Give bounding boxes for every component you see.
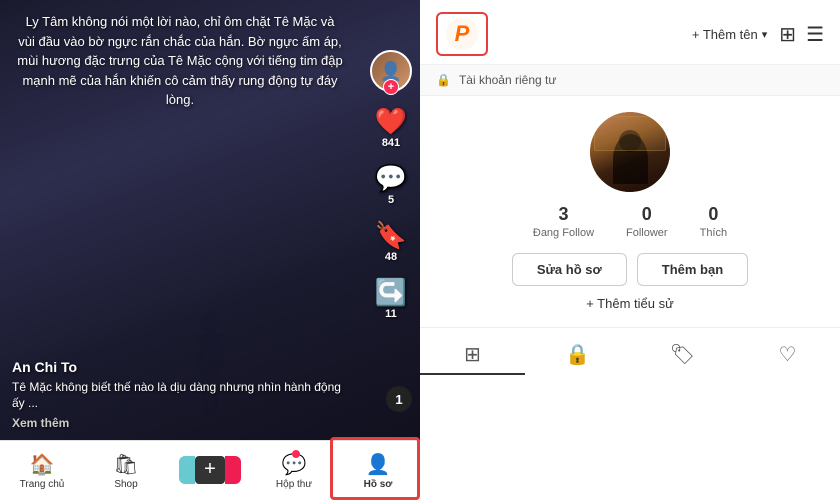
them-ban-button[interactable]: Thêm bạn bbox=[637, 253, 748, 286]
bottom-navigation: 🏠 Trang chủ 🛍 Shop + 💬 Hộp thư 👤 bbox=[0, 440, 420, 500]
follower-label: Follower bbox=[626, 227, 668, 239]
action-buttons-panel: 👤 + ❤️ 841 💬 5 🔖 48 ↪️ 11 bbox=[370, 50, 412, 320]
dang-follow-count: 3 bbox=[558, 204, 568, 225]
nav-trang-chu[interactable]: 🏠 Trang chủ bbox=[0, 452, 84, 490]
xem-them-button[interactable]: Xem thêm bbox=[12, 415, 69, 432]
dang-follow-label: Đang Follow bbox=[533, 227, 594, 239]
follower-stat[interactable]: 0 Follower bbox=[626, 204, 668, 239]
profile-action-buttons: Sửa hồ sơ Thêm bạn bbox=[512, 253, 748, 286]
tab-tag[interactable]: 🏷 bbox=[630, 336, 735, 375]
them-tieu-su-button[interactable]: + Thêm tiểu sử bbox=[586, 296, 674, 311]
nav-hop-thu[interactable]: 💬 Hộp thư bbox=[252, 452, 336, 490]
inbox-icon: 💬 bbox=[282, 452, 307, 477]
step-1-badge: 1 bbox=[386, 386, 412, 412]
grid-tab-icon: ⊞ bbox=[464, 342, 481, 367]
menu-icon[interactable]: ☰ bbox=[806, 22, 824, 47]
them-ten-button[interactable]: + Thêm tên ▾ bbox=[692, 27, 767, 42]
video-info: An Chi To Tê Mặc không biết thế nào là d… bbox=[12, 359, 350, 432]
nav-shop[interactable]: 🛍 Shop bbox=[84, 452, 168, 490]
like-count: 841 bbox=[382, 137, 400, 149]
share-action[interactable]: ↪️ 11 bbox=[375, 279, 407, 320]
nav-ho-so-label: Hồ sơ bbox=[364, 479, 393, 490]
notification-dot bbox=[292, 450, 300, 458]
left-panel: Ly Tâm không nói một lời nào, chỉ ôm chặ… bbox=[0, 0, 420, 500]
nav-create[interactable]: + bbox=[168, 456, 252, 486]
avatar-image bbox=[590, 112, 670, 192]
video-caption: Tê Mặc không biết thế nào là dịu dàng nh… bbox=[12, 379, 350, 432]
thich-stat[interactable]: 0 Thích bbox=[700, 204, 728, 239]
right-panel: P + Thêm tên ▾ ⊞ ☰ 2 🔒 Tài khoản riêng t… bbox=[420, 0, 840, 500]
profile-logo: P bbox=[446, 18, 478, 50]
dang-follow-stat[interactable]: 3 Đang Follow bbox=[533, 204, 594, 239]
heart-icon: ❤️ bbox=[375, 108, 407, 134]
shop-icon: 🛍 bbox=[113, 452, 138, 477]
header-actions: + Thêm tên ▾ ⊞ ☰ bbox=[692, 22, 824, 47]
video-caption-text: Ly Tâm không nói một lời nào, chỉ ôm chặ… bbox=[0, 0, 360, 122]
sua-ho-so-button[interactable]: Sửa hồ sơ bbox=[512, 253, 627, 286]
comment-action[interactable]: 💬 5 bbox=[375, 165, 407, 206]
bookmark-count: 48 bbox=[385, 251, 397, 263]
profile-icon: 👤 bbox=[366, 452, 391, 477]
lock-icon: 🔒 bbox=[436, 73, 451, 87]
nav-hop-thu-label: Hộp thư bbox=[276, 479, 312, 490]
video-username: An Chi To bbox=[12, 359, 350, 375]
nav-trang-chu-label: Trang chủ bbox=[20, 479, 65, 490]
tab-lock[interactable]: 🔒 bbox=[525, 336, 630, 375]
bookmark-action[interactable]: 🔖 48 bbox=[375, 222, 407, 263]
heart-tab-icon: ♡ bbox=[779, 342, 797, 367]
profile-tabs: ⊞ 🔒 🏷 ♡ bbox=[420, 327, 840, 379]
profile-header: P + Thêm tên ▾ ⊞ ☰ bbox=[420, 0, 840, 65]
share-count: 11 bbox=[385, 308, 397, 320]
thich-count: 0 bbox=[708, 204, 718, 225]
follower-count: 0 bbox=[642, 204, 652, 225]
lock-tab-icon: 🔒 bbox=[565, 342, 590, 367]
comment-count: 5 bbox=[388, 194, 394, 206]
header-icons: ⊞ ☰ bbox=[779, 22, 824, 47]
profile-section: 3 Đang Follow 0 Follower 0 Thích Sửa hồ … bbox=[420, 96, 840, 327]
tag-tab-icon: 🏷 bbox=[670, 342, 695, 367]
home-icon: 🏠 bbox=[30, 452, 55, 477]
comment-icon: 💬 bbox=[375, 165, 407, 191]
thich-label: Thích bbox=[700, 227, 728, 239]
logo-box: P bbox=[436, 12, 488, 56]
bookmark-icon: 🔖 bbox=[375, 222, 407, 248]
share-icon: ↪️ bbox=[375, 279, 407, 305]
profile-avatar bbox=[590, 112, 670, 192]
them-ten-label: + Thêm tên bbox=[692, 27, 758, 42]
tab-grid[interactable]: ⊞ bbox=[420, 336, 525, 375]
stats-row: 3 Đang Follow 0 Follower 0 Thích bbox=[533, 204, 727, 239]
creator-avatar[interactable]: 👤 + bbox=[370, 50, 412, 92]
tab-heart[interactable]: ♡ bbox=[735, 336, 840, 375]
dropdown-icon: ▾ bbox=[762, 28, 768, 41]
like-action[interactable]: ❤️ 841 bbox=[375, 108, 407, 149]
nav-ho-so[interactable]: 👤 Hồ sơ bbox=[336, 452, 420, 490]
follow-plus-badge[interactable]: + bbox=[383, 79, 399, 95]
private-notice-text: Tài khoản riêng tư bbox=[459, 73, 556, 87]
private-notice: 🔒 Tài khoản riêng tư bbox=[420, 65, 840, 96]
qr-icon[interactable]: ⊞ bbox=[779, 22, 796, 47]
nav-shop-label: Shop bbox=[114, 479, 137, 490]
